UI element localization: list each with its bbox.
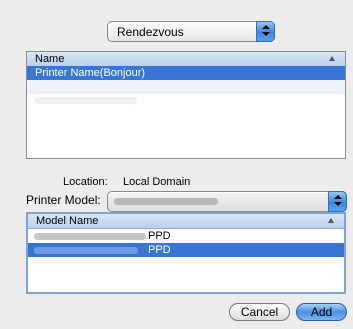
redacted-model-name <box>34 247 138 254</box>
model-row[interactable]: PPD <box>28 243 344 257</box>
connection-type-value: Rendezvous <box>117 25 184 39</box>
model-suffix: PPD <box>148 230 171 242</box>
model-row[interactable]: PPD <box>28 229 344 243</box>
location-label: Location: <box>63 176 108 188</box>
empty-row <box>27 94 345 108</box>
popup-arrows-icon <box>328 191 347 212</box>
sort-ascending-icon <box>329 56 335 61</box>
printer-list-header[interactable]: Name <box>27 52 345 67</box>
redacted-model-value <box>114 198 218 205</box>
printer-model-label: Printer Model: <box>26 193 101 207</box>
printer-list[interactable]: Name Printer Name(Bonjour) <box>26 51 346 159</box>
redacted-text <box>35 97 137 104</box>
model-list-header[interactable]: Model Name <box>28 214 344 229</box>
add-button[interactable]: Add <box>296 303 347 321</box>
cancel-button[interactable]: Cancel <box>229 303 290 321</box>
model-list[interactable]: Model Name PPD PPD <box>26 212 346 294</box>
printer-row[interactable]: Printer Name(Bonjour) <box>27 66 345 80</box>
redacted-model-name <box>34 233 146 240</box>
printer-name: Printer Name(Bonjour) <box>35 67 146 79</box>
model-suffix: PPD <box>148 244 171 256</box>
model-name-column-header: Model Name <box>36 215 99 227</box>
sort-ascending-icon <box>328 218 334 223</box>
name-column-header: Name <box>35 53 65 65</box>
empty-row <box>27 80 345 94</box>
location-value: Local Domain <box>123 176 191 188</box>
popup-arrows-icon <box>256 21 275 42</box>
printer-model-popup[interactable] <box>107 191 347 212</box>
connection-type-popup[interactable]: Rendezvous <box>107 21 275 42</box>
